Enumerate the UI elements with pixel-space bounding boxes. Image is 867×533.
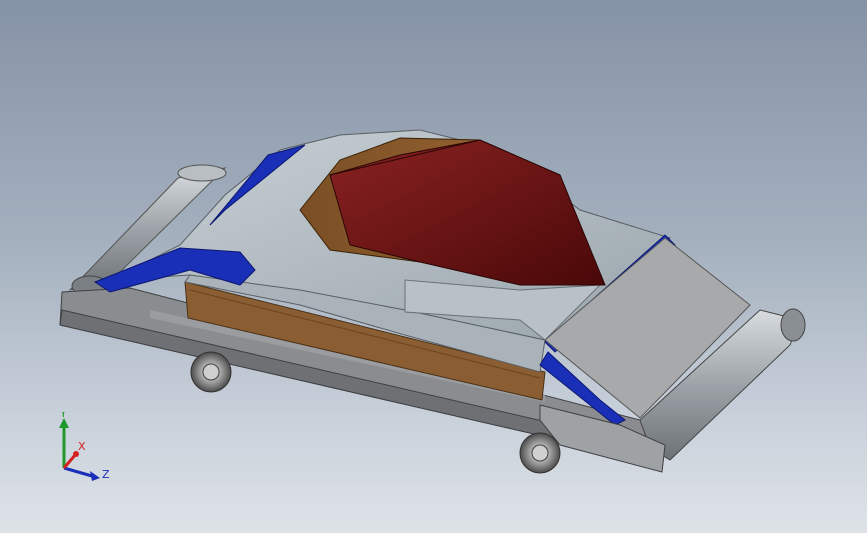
axis-triad: Y X Z <box>59 412 110 481</box>
x-axis-label: X <box>78 440 86 453</box>
z-axis-arrow <box>90 471 100 481</box>
z-axis-label: Z <box>102 468 110 481</box>
wheel-rear <box>190 351 232 393</box>
z-axis-line <box>63 466 93 478</box>
wheel-front <box>519 432 561 474</box>
y-axis-label: Y <box>59 412 67 420</box>
cad-viewport[interactable]: Y X Z <box>0 0 867 533</box>
car-3d-model[interactable] <box>0 0 867 533</box>
